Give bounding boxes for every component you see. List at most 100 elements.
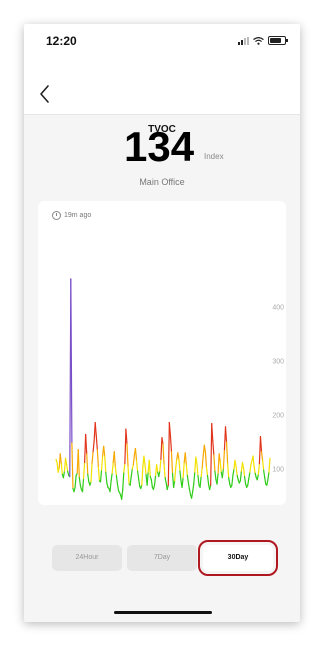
- series-line-segment: [228, 477, 231, 485]
- metric-unit: Index: [204, 152, 224, 161]
- home-indicator: [114, 611, 212, 614]
- series-line-segment: [64, 457, 68, 466]
- series-line-segment: [193, 471, 196, 485]
- series-line-segment: [221, 468, 224, 479]
- series-line-segment: [181, 477, 184, 488]
- back-arrow-icon[interactable]: [36, 82, 56, 106]
- range-tab-30day[interactable]: 30Day: [198, 540, 278, 576]
- series-line-segment: [148, 459, 151, 478]
- tvoc-line-chart: 010020030040012/3001/0701/1401/2201/29: [55, 278, 284, 500]
- series-line-segment: [187, 482, 191, 491]
- series-line-segment: [177, 452, 180, 460]
- series-line-segment: [212, 440, 215, 456]
- series-line-segment: [144, 464, 147, 475]
- series-line-segment: [174, 467, 177, 482]
- series-line-segment: [87, 473, 90, 483]
- series-line-segment: [97, 466, 101, 482]
- series-line-segment: [222, 448, 226, 470]
- status-bar: 12:20: [24, 24, 300, 60]
- series-line-segment: [214, 470, 217, 481]
- nav-bar: [24, 60, 300, 115]
- series-line-segment: [178, 458, 181, 472]
- series-line-segment: [192, 483, 195, 493]
- series-line-segment: [257, 463, 261, 475]
- series-line-segment: [256, 473, 259, 481]
- series-line-segment: [203, 444, 206, 453]
- series-line-segment: [99, 469, 103, 483]
- series-line-segment: [234, 459, 237, 468]
- series-line-segment: [135, 459, 139, 472]
- series-line-segment: [179, 470, 182, 482]
- series-line-segment: [199, 475, 202, 488]
- series-line-segment: [235, 466, 238, 477]
- series-line-segment: [127, 466, 130, 485]
- series-line-segment: [184, 452, 187, 466]
- series-line-segment: [121, 488, 124, 500]
- series-line-segment: [241, 461, 245, 469]
- series-line-segment: [261, 459, 265, 471]
- series-line-segment: [104, 455, 107, 473]
- series-line-segment: [130, 468, 133, 478]
- series-line-segment: [224, 426, 228, 443]
- series-line-segment: [225, 441, 229, 465]
- series-line-segment: [122, 471, 125, 491]
- series-line-segment: [204, 451, 208, 468]
- series-line-segment: [239, 470, 242, 482]
- series-line-segment: [205, 466, 209, 477]
- series-line-segment: [260, 451, 264, 461]
- series-line-segment: [74, 474, 77, 488]
- wifi-icon: [253, 36, 264, 45]
- series-line-segment: [132, 454, 136, 466]
- series-line-segment: [156, 464, 159, 473]
- series-line-segment: [243, 475, 247, 485]
- series-line-segment: [175, 458, 178, 469]
- series-line-segment: [201, 454, 204, 469]
- series-line-segment: [86, 453, 89, 475]
- battery-icon: [268, 36, 288, 45]
- series-line-segment: [81, 478, 85, 493]
- series-line-segment: [77, 448, 80, 479]
- series-line-segment: [209, 484, 212, 491]
- series-line-segment: [163, 464, 166, 479]
- series-line-segment: [166, 484, 169, 491]
- series-line-segment: [143, 455, 146, 466]
- series-line-segment: [71, 442, 74, 490]
- series-line-segment: [91, 451, 94, 465]
- series-line-segment: [242, 467, 246, 478]
- series-line-segment: [106, 482, 109, 488]
- series-line-segment: [188, 488, 192, 496]
- series-line-segment: [160, 437, 163, 460]
- series-line-segment: [213, 454, 216, 472]
- series-line-segment: [259, 436, 263, 453]
- series-line-segment: [232, 468, 235, 477]
- series-line-segment: [134, 447, 138, 461]
- y-tick-label: 300: [272, 359, 284, 366]
- range-tab-7day[interactable]: 7Day: [127, 545, 197, 571]
- series-line-segment: [67, 470, 70, 477]
- series-line-segment: [59, 453, 62, 465]
- y-tick-label: 100: [272, 467, 284, 474]
- series-line-segment: [248, 471, 251, 480]
- signal-icon: [238, 36, 249, 45]
- range-tab-24hour[interactable]: 24Hour: [52, 545, 122, 571]
- series-line-segment: [227, 463, 230, 479]
- series-line-segment: [216, 472, 219, 485]
- series-line-segment: [62, 470, 66, 479]
- series-line-segment: [100, 455, 104, 471]
- series-line-segment: [191, 491, 194, 499]
- series-line-segment: [268, 457, 271, 473]
- series-line-segment: [252, 455, 255, 468]
- series-line-segment: [82, 461, 86, 480]
- series-line-segment: [206, 474, 210, 485]
- series-line-segment: [146, 471, 149, 486]
- series-line-segment: [267, 471, 270, 481]
- y-tick-label: 400: [272, 305, 284, 312]
- status-time: 12:20: [46, 34, 77, 48]
- metric-value-row: 134 Index: [24, 122, 300, 172]
- series-line-segment: [123, 463, 126, 473]
- series-line-segment: [219, 460, 222, 473]
- series-line-segment: [196, 463, 199, 477]
- series-line-segment: [158, 470, 161, 478]
- series-line-segment: [200, 467, 203, 478]
- series-line-segment: [115, 474, 119, 485]
